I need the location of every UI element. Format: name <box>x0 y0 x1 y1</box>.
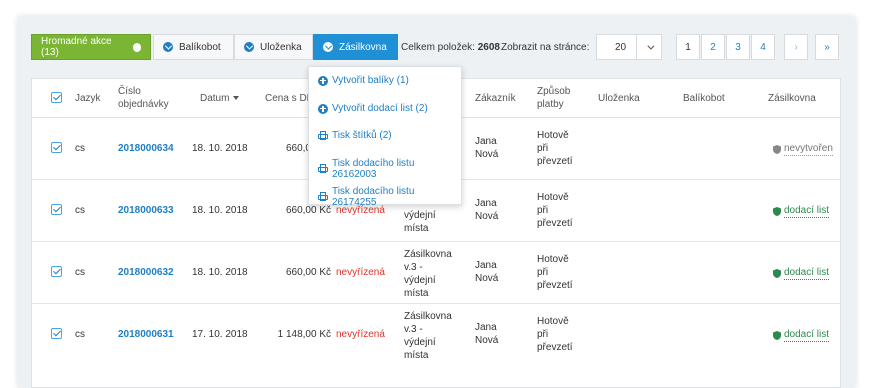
next-page-button[interactable]: › <box>784 34 808 60</box>
zasilkovna-status-label: dodací list <box>784 329 830 342</box>
per-page-label: Zobrazit na stránce: <box>501 41 590 53</box>
per-page-value: 20 <box>614 41 627 53</box>
cell-customer: Jana Nová <box>475 136 499 160</box>
cell-payment: Hotově při převzetí <box>537 130 573 167</box>
header-lang: Jazyk <box>75 93 101 104</box>
page-1-button[interactable]: 1 <box>676 34 700 60</box>
pagination: 1 2 3 4 › » <box>676 34 840 60</box>
zasilkovna-dropdown-menu: Vytvořit balíky (1) Vytvořit dodací list… <box>308 66 462 208</box>
header-zasilkovna: Zásilkovna <box>768 93 816 104</box>
toolbar: Hromadné akce (13) Balíkobot Uloženka Zá… <box>31 34 841 60</box>
sort-desc-icon <box>233 96 240 101</box>
order-link[interactable]: 2018000633 <box>118 204 174 217</box>
cell-date: 17. 10. 2018 <box>192 329 248 340</box>
chevron-down-circle-icon <box>323 42 333 52</box>
shield-icon <box>773 330 781 340</box>
page-4-button[interactable]: 4 <box>751 34 775 60</box>
total-count: Celkem položek: 2608 <box>401 34 500 60</box>
cell-delivery: Zásilkovna v.3 - výdejní místa <box>404 311 452 361</box>
plus-circle-icon <box>318 75 328 86</box>
select-all-checkbox[interactable] <box>51 92 62 103</box>
header-ulozenka: Uloženka <box>598 93 640 104</box>
order-status: nevyřízená <box>336 329 385 340</box>
bulk-actions-button[interactable]: Hromadné akce (13) <box>31 34 151 60</box>
total-value: 2608 <box>477 41 500 53</box>
order-link[interactable]: 2018000632 <box>118 266 174 279</box>
page-2-button[interactable]: 2 <box>701 34 725 60</box>
zasilkovna-status[interactable]: dodací list <box>773 204 830 218</box>
order-link[interactable]: 2018000634 <box>118 142 174 155</box>
chevron-down-circle-icon <box>244 42 254 52</box>
cell-price: 1 148,00 Kč <box>277 329 331 340</box>
cell-lang: cs <box>75 329 85 340</box>
cell-delivery: výdejní místa <box>404 210 436 234</box>
row-checkbox[interactable] <box>51 204 62 215</box>
shield-icon <box>773 144 781 154</box>
table-row[interactable]: cs 2018000632 18. 10. 2018 660,00 Kč nev… <box>32 241 840 304</box>
printer-icon <box>318 164 328 174</box>
zasilkovna-status-label: dodací list <box>784 205 830 218</box>
menu-item-label: Vytvořit balíky (1) <box>332 75 409 86</box>
circle-icon <box>132 42 141 52</box>
menu-item-label: Tisk dodacího listu 26162003 <box>331 158 415 180</box>
cell-payment: Hotově při převzetí <box>537 316 573 353</box>
header-date[interactable]: Datum <box>200 92 240 105</box>
cell-date: 18. 10. 2018 <box>192 205 248 216</box>
menu-item-label: Tisk štítků (2) <box>332 130 392 141</box>
cell-date: 18. 10. 2018 <box>192 267 248 278</box>
header-balikobot: Balíkobot <box>683 93 725 104</box>
cell-lang: cs <box>75 205 85 216</box>
zasilkovna-status[interactable]: nevytvořen <box>773 142 833 156</box>
ulozenka-label: Uloženka <box>260 41 302 53</box>
cell-customer: Jana Nová <box>475 322 499 346</box>
per-page-select[interactable]: 20 <box>596 34 662 60</box>
zasilkovna-status[interactable]: dodací list <box>773 328 830 342</box>
row-checkbox[interactable] <box>51 266 62 277</box>
zasilkovna-label: Zásilkovna <box>339 41 387 53</box>
cell-lang: cs <box>75 143 85 154</box>
cell-delivery: Zásilkovna v.3 - výdejní místa <box>404 249 452 299</box>
balikobot-button[interactable]: Balíkobot <box>153 34 234 60</box>
cell-payment: Hotově při převzetí <box>537 254 573 291</box>
menu-item-label: Tisk dodacího listu 26174255 <box>331 186 415 208</box>
zasilkovna-button[interactable]: Zásilkovna <box>313 34 398 60</box>
chevron-down-icon <box>636 35 661 59</box>
plus-circle-icon <box>318 103 328 114</box>
shield-icon <box>773 206 781 216</box>
order-status: nevyřízená <box>336 267 385 278</box>
header-date-label: Datum <box>200 93 230 104</box>
cell-price: 660,00 Kč <box>285 267 331 278</box>
balikobot-label: Balíkobot <box>179 41 221 53</box>
table-row[interactable]: cs 2018000631 17. 10. 2018 1 148,00 Kč n… <box>32 303 840 365</box>
row-checkbox[interactable] <box>51 142 62 153</box>
menu-item-label: Vytvořit dodací list (2) <box>332 103 428 114</box>
cell-customer: Jana Nová <box>475 198 499 222</box>
zasilkovna-status-label: dodací list <box>784 267 830 280</box>
printer-icon <box>318 130 328 141</box>
header-customer: Zákazník <box>475 93 516 104</box>
zasilkovna-status-label: nevytvořen <box>784 143 833 156</box>
menu-item-create-delivery-note[interactable]: Vytvořit dodací list (2) <box>318 103 428 114</box>
cell-customer: Jana Nová <box>475 260 499 284</box>
menu-item-print-delivery-note-1[interactable]: Tisk dodacího listu 26162003 <box>318 158 461 180</box>
cell-payment: Hotově při převzetí <box>537 192 573 229</box>
header-payment: Způsob platby <box>537 86 571 110</box>
chevron-down-circle-icon <box>163 42 173 52</box>
header-order[interactable]: Číslo objednávky <box>118 85 178 111</box>
shield-icon <box>773 268 781 278</box>
page-3-button[interactable]: 3 <box>726 34 750 60</box>
total-label: Celkem položek: <box>401 41 475 53</box>
menu-item-print-labels[interactable]: Tisk štítků (2) <box>318 130 392 141</box>
zasilkovna-status[interactable]: dodací list <box>773 266 830 280</box>
order-link[interactable]: 2018000631 <box>118 328 174 341</box>
row-checkbox[interactable] <box>51 328 62 339</box>
cell-lang: cs <box>75 267 85 278</box>
printer-icon <box>318 192 328 202</box>
menu-item-print-delivery-note-2[interactable]: Tisk dodacího listu 26174255 <box>318 186 461 208</box>
cell-date: 18. 10. 2018 <box>192 143 248 154</box>
menu-item-create-packages[interactable]: Vytvořit balíky (1) <box>318 75 409 86</box>
last-page-button[interactable]: » <box>815 34 839 60</box>
bulk-actions-label: Hromadné akce (13) <box>41 36 112 58</box>
ulozenka-button[interactable]: Uloženka <box>234 34 313 60</box>
